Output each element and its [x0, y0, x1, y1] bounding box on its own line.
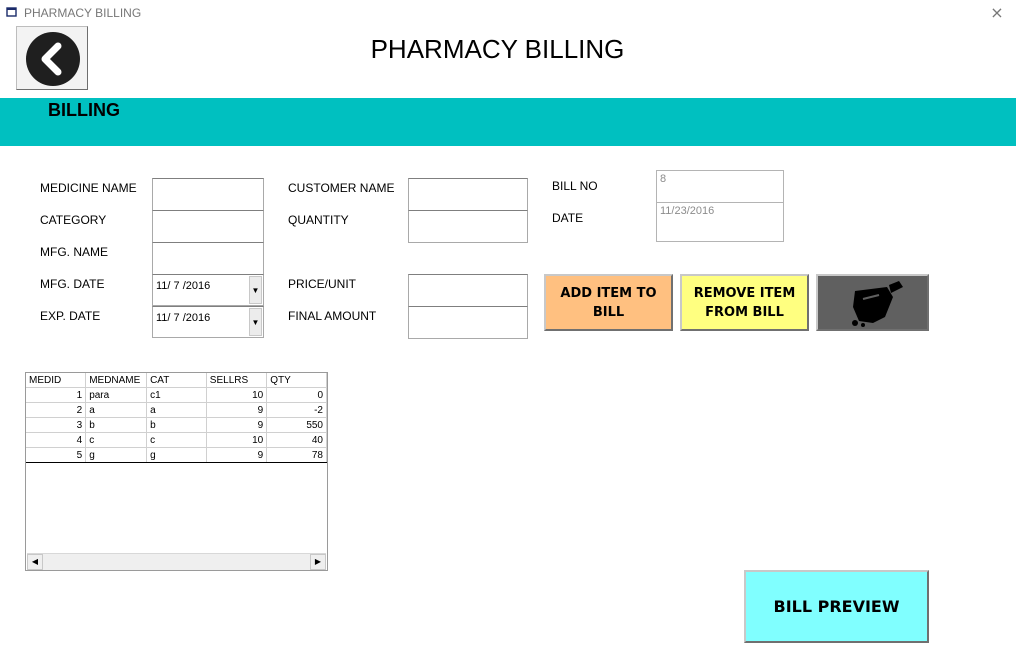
window-title: PHARMACY BILLING: [24, 6, 142, 20]
cell-sellrs: 9: [206, 402, 268, 418]
broom-icon: [851, 280, 903, 327]
exp-date-picker[interactable]: 11/ 7 /2016 ▼: [152, 306, 264, 338]
cell-sellrs: 9: [206, 417, 268, 433]
mfg-date-value: 11/ 7 /2016: [156, 280, 211, 292]
medicine-name-label: MEDICINE NAME: [40, 181, 137, 195]
mfg-date-label: MFG. DATE: [40, 277, 105, 291]
table-row[interactable]: 3 b b 9 550: [26, 417, 327, 433]
cell-cat: b: [146, 417, 207, 433]
cell-cat: a: [146, 402, 207, 418]
mfg-name-label: MFG. NAME: [40, 245, 108, 259]
column-header-sellrs[interactable]: SELLRS: [206, 373, 268, 388]
mfg-date-picker[interactable]: 11/ 7 /2016 ▼: [152, 274, 264, 306]
chevron-down-icon[interactable]: ▼: [249, 276, 262, 304]
exp-date-label: EXP. DATE: [40, 309, 101, 323]
customer-name-input[interactable]: [408, 178, 528, 211]
cell-qty: 40: [266, 432, 327, 448]
column-header-medid[interactable]: MEDID: [26, 373, 87, 388]
cell-qty: 550: [266, 417, 327, 433]
table-header-row: MEDID MEDNAME CAT SELLRS QTY: [26, 373, 327, 388]
date-label: DATE: [552, 211, 584, 225]
section-band: [0, 98, 1016, 146]
add-item-button[interactable]: ADD ITEM TO BILL: [544, 274, 673, 331]
column-header-qty[interactable]: QTY: [266, 373, 327, 388]
remove-item-button[interactable]: REMOVE ITEM FROM BILL: [680, 274, 809, 331]
bill-preview-button[interactable]: BILL PREVIEW: [744, 570, 929, 643]
cell-qty: -2: [266, 402, 327, 418]
cell-qty: 0: [266, 387, 327, 403]
quantity-input[interactable]: [408, 210, 528, 243]
cell-medname: a: [85, 402, 148, 418]
price-unit-label: PRICE/UNIT: [288, 277, 357, 291]
close-icon[interactable]: ×: [986, 2, 1008, 24]
section-title: BILLING: [48, 100, 120, 120]
cell-medname: para: [85, 387, 148, 403]
clear-button[interactable]: [816, 274, 929, 331]
cell-cat: c: [146, 432, 207, 448]
mfg-name-input[interactable]: [152, 242, 264, 275]
category-input[interactable]: [152, 210, 264, 243]
back-button[interactable]: [16, 26, 88, 90]
medicine-table-grid: MEDID MEDNAME CAT SELLRS QTY 1 para c1 1…: [26, 373, 327, 463]
bill-preview-label: BILL PREVIEW: [773, 597, 900, 616]
column-header-cat[interactable]: CAT: [146, 373, 207, 388]
add-item-label: ADD ITEM TO BILL: [560, 285, 657, 320]
price-unit-input[interactable]: [408, 274, 528, 307]
app-icon: [6, 7, 17, 17]
column-header-medname[interactable]: MEDNAME: [85, 373, 148, 388]
cell-qty: 78: [266, 447, 327, 463]
scroll-right-icon[interactable]: ▶: [310, 554, 326, 570]
quantity-label: QUANTITY: [288, 213, 349, 227]
remove-item-label: REMOVE ITEM FROM BILL: [693, 285, 796, 320]
cell-medid: 1: [26, 387, 87, 403]
exp-date-value: 11/ 7 /2016: [156, 312, 211, 324]
date-field: 11/23/2016: [656, 202, 784, 242]
customer-name-label: CUSTOMER NAME: [288, 181, 395, 195]
cell-cat: g: [146, 447, 207, 463]
cell-medname: g: [85, 447, 148, 463]
cell-sellrs: 10: [206, 387, 268, 403]
cell-medid: 3: [26, 417, 87, 433]
cell-cat: c1: [146, 387, 207, 403]
cell-medid: 4: [26, 432, 87, 448]
medicine-name-input[interactable]: [152, 178, 264, 211]
table-row[interactable]: 2 a a 9 -2: [26, 402, 327, 418]
medicine-table[interactable]: MEDID MEDNAME CAT SELLRS QTY 1 para c1 1…: [25, 372, 328, 571]
page-title: PHARMACY BILLING: [370, 34, 625, 64]
table-row[interactable]: 1 para c1 10 0: [26, 387, 327, 403]
cell-medid: 5: [26, 447, 87, 463]
chevron-down-icon[interactable]: ▼: [249, 308, 262, 336]
category-label: CATEGORY: [40, 213, 107, 227]
final-amount-label: FINAL AMOUNT: [288, 309, 377, 323]
bill-no-field: 8: [656, 170, 784, 203]
cell-sellrs: 10: [206, 432, 268, 448]
final-amount-input[interactable]: [408, 306, 528, 339]
back-arrow-icon: [26, 32, 80, 86]
table-row[interactable]: 4 c c 10 40: [26, 432, 327, 448]
table-row[interactable]: 5 g g 9 78: [26, 447, 327, 463]
cell-medname: c: [85, 432, 148, 448]
window-titlebar: [0, 0, 1016, 24]
cell-medname: b: [85, 417, 148, 433]
cell-sellrs: 9: [206, 447, 268, 463]
cell-medid: 2: [26, 402, 87, 418]
horizontal-scrollbar[interactable]: ◀ ▶: [27, 553, 326, 570]
scroll-left-icon[interactable]: ◀: [27, 554, 43, 570]
bill-no-label: BILL NO: [552, 179, 598, 193]
